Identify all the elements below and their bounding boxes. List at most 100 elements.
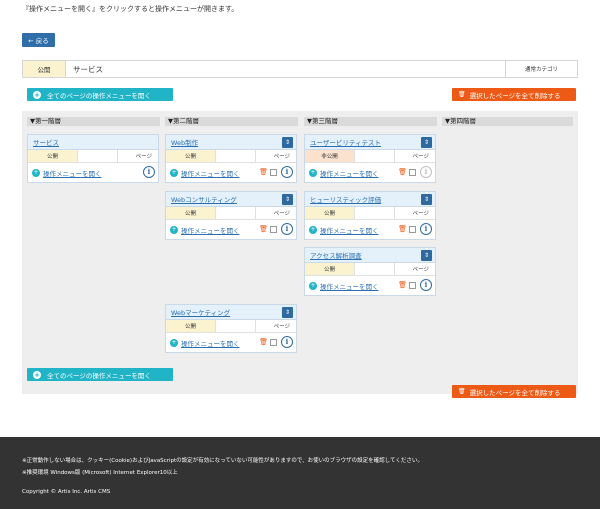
info-icon[interactable]: i	[420, 166, 432, 178]
card-status-row: 公開 ページ	[305, 263, 435, 276]
trash-icon[interactable]: 🗑	[259, 225, 268, 233]
column-head-level1: ▼第一階層	[27, 117, 160, 126]
card-status: 公開	[166, 320, 216, 332]
footer-env: ※推奨環境 Windows版 (Microsoft) Internet Expl…	[22, 470, 178, 476]
card-footer: + 操作メニューを開く 🗑 i	[305, 276, 435, 295]
card-page-type: ページ	[412, 211, 429, 217]
delete-selected-button-bottom[interactable]: 🗑 選択したページを全て削除する	[452, 385, 576, 398]
summary-category: 通常カテゴリ	[505, 61, 577, 77]
card-status: 公開	[166, 207, 216, 219]
card-title-bar: サービス	[28, 135, 158, 150]
card-status-row: 非公開 ページ	[305, 150, 435, 163]
move-handle-icon[interactable]: ⇕	[282, 307, 293, 318]
open-menu-link[interactable]: 操作メニューを開く	[320, 225, 379, 235]
delete-selected-label: 選択したページを全て削除する	[469, 388, 561, 397]
trash-icon[interactable]: 🗑	[398, 168, 407, 176]
open-menu-link[interactable]: 操作メニューを開く	[181, 168, 240, 178]
card-footer: + 操作メニューを開く 🗑 i	[305, 163, 435, 182]
page-card: サービス 公開 ページ + 操作メニューを開く i	[27, 134, 159, 183]
card-title-bar: Webマーケティング ⇕	[166, 305, 296, 320]
plus-circle-icon: +	[170, 225, 178, 234]
move-handle-icon[interactable]: ⇕	[421, 194, 432, 205]
page-card: Webマーケティング ⇕ 公開 ページ + 操作メニューを開く 🗑 i	[165, 304, 297, 353]
card-footer: + 操作メニューを開く i	[28, 163, 158, 182]
open-menu-link[interactable]: 操作メニューを開く	[181, 225, 240, 235]
summary-name: サービス	[73, 64, 103, 74]
trash-icon[interactable]: 🗑	[259, 168, 268, 176]
move-handle-icon[interactable]: ⇕	[282, 194, 293, 205]
plus-circle-icon: +	[309, 281, 317, 290]
category-summary: 公開 サービス 通常カテゴリ	[22, 60, 578, 78]
move-handle-icon[interactable]: ⇕	[421, 250, 432, 261]
column-head-level3: ▼第三階層	[304, 117, 437, 126]
select-checkbox[interactable]	[270, 169, 277, 176]
card-status-row: 公開 ページ	[166, 320, 296, 333]
card-footer: + 操作メニューを開く 🗑 i	[166, 333, 296, 352]
back-button[interactable]: ← 戻る	[22, 33, 55, 47]
select-checkbox[interactable]	[270, 226, 277, 233]
open-all-menus-button-bottom[interactable]: + 全てのページの操作メニューを開く	[27, 368, 173, 381]
card-status: 非公開	[305, 150, 355, 162]
info-icon[interactable]: i	[281, 336, 293, 348]
open-menu-link[interactable]: 操作メニューを開く	[320, 168, 379, 178]
card-title-link[interactable]: サービス	[33, 137, 59, 147]
card-page-type: ページ	[135, 154, 152, 160]
info-icon[interactable]: i	[143, 166, 155, 178]
plus-circle-icon: +	[32, 168, 40, 177]
page-card: アクセス解析調査 ⇕ 公開 ページ + 操作メニューを開く 🗑 i	[304, 247, 436, 296]
card-title-link[interactable]: Webマーケティング	[171, 307, 230, 317]
open-all-menus-label: 全てのページの操作メニューを開く	[47, 91, 151, 100]
card-title-link[interactable]: Webコンサルティング	[171, 194, 237, 204]
card-title-link[interactable]: Web制作	[171, 137, 198, 147]
card-status: 公開	[28, 150, 78, 162]
page-card: Web制作 ⇕ 公開 ページ + 操作メニューを開く 🗑 i	[165, 134, 297, 183]
move-handle-icon[interactable]: ⇕	[421, 137, 432, 148]
select-checkbox[interactable]	[270, 339, 277, 346]
info-icon[interactable]: i	[420, 223, 432, 235]
card-status-row: 公開 ページ	[305, 207, 435, 220]
open-menu-link[interactable]: 操作メニューを開く	[181, 338, 240, 348]
delete-selected-label: 選択したページを全て削除する	[469, 91, 561, 100]
card-title-link[interactable]: アクセス解析調査	[310, 250, 362, 260]
plus-circle-icon: +	[33, 90, 41, 99]
open-menu-link[interactable]: 操作メニューを開く	[320, 281, 379, 291]
column-head-level4: ▼第四階層	[442, 117, 573, 126]
trash-icon[interactable]: 🗑	[398, 281, 407, 289]
card-blank-cell	[216, 207, 256, 219]
trash-icon: 🗑	[458, 91, 466, 98]
plus-circle-icon: +	[170, 338, 178, 347]
card-title-bar: ユーザービリティテスト ⇕	[305, 135, 435, 150]
plus-circle-icon: +	[309, 168, 317, 177]
card-title-bar: Webコンサルティング ⇕	[166, 192, 296, 207]
footer-notice: ※正常動作しない場合は、クッキー(Cookie)およびJavaScriptの設定…	[22, 458, 423, 464]
trash-icon[interactable]: 🗑	[259, 338, 268, 346]
info-icon[interactable]: i	[281, 166, 293, 178]
page-footer: ※正常動作しない場合は、クッキー(Cookie)およびJavaScriptの設定…	[0, 437, 600, 509]
open-menu-link[interactable]: 操作メニューを開く	[43, 168, 102, 178]
page-card: Webコンサルティング ⇕ 公開 ページ + 操作メニューを開く 🗑 i	[165, 191, 297, 240]
footer-copyright: Copyright © Artis Inc. Artis CMS	[22, 489, 111, 495]
info-icon[interactable]: i	[420, 279, 432, 291]
card-status-row: 公開 ページ	[166, 150, 296, 163]
delete-selected-button-top[interactable]: 🗑 選択したページを全て削除する	[452, 88, 576, 101]
column-head-level2: ▼第二階層	[165, 117, 298, 126]
select-checkbox[interactable]	[409, 282, 416, 289]
open-all-menus-button-top[interactable]: + 全てのページの操作メニューを開く	[27, 88, 173, 101]
page-card: ヒューリスティック評価 ⇕ 公開 ページ + 操作メニューを開く 🗑 i	[304, 191, 436, 240]
page-card: ユーザービリティテスト ⇕ 非公開 ページ + 操作メニューを開く 🗑 i	[304, 134, 436, 183]
select-checkbox[interactable]	[409, 226, 416, 233]
intro-text: 『操作メニューを開く』をクリックすると操作メニューが開きます。	[22, 5, 239, 13]
plus-circle-icon: +	[33, 370, 41, 379]
card-title-link[interactable]: ユーザービリティテスト	[310, 137, 381, 147]
card-title-link[interactable]: ヒューリスティック評価	[310, 194, 381, 204]
card-status-row: 公開 ページ	[166, 207, 296, 220]
card-status: 公開	[305, 207, 355, 219]
plus-circle-icon: +	[309, 225, 317, 234]
card-status-row: 公開 ページ	[28, 150, 158, 163]
move-handle-icon[interactable]: ⇕	[282, 137, 293, 148]
select-checkbox[interactable]	[409, 169, 416, 176]
info-icon[interactable]: i	[281, 223, 293, 235]
card-blank-cell	[216, 320, 256, 332]
trash-icon[interactable]: 🗑	[398, 225, 407, 233]
card-title-bar: Web制作 ⇕	[166, 135, 296, 150]
